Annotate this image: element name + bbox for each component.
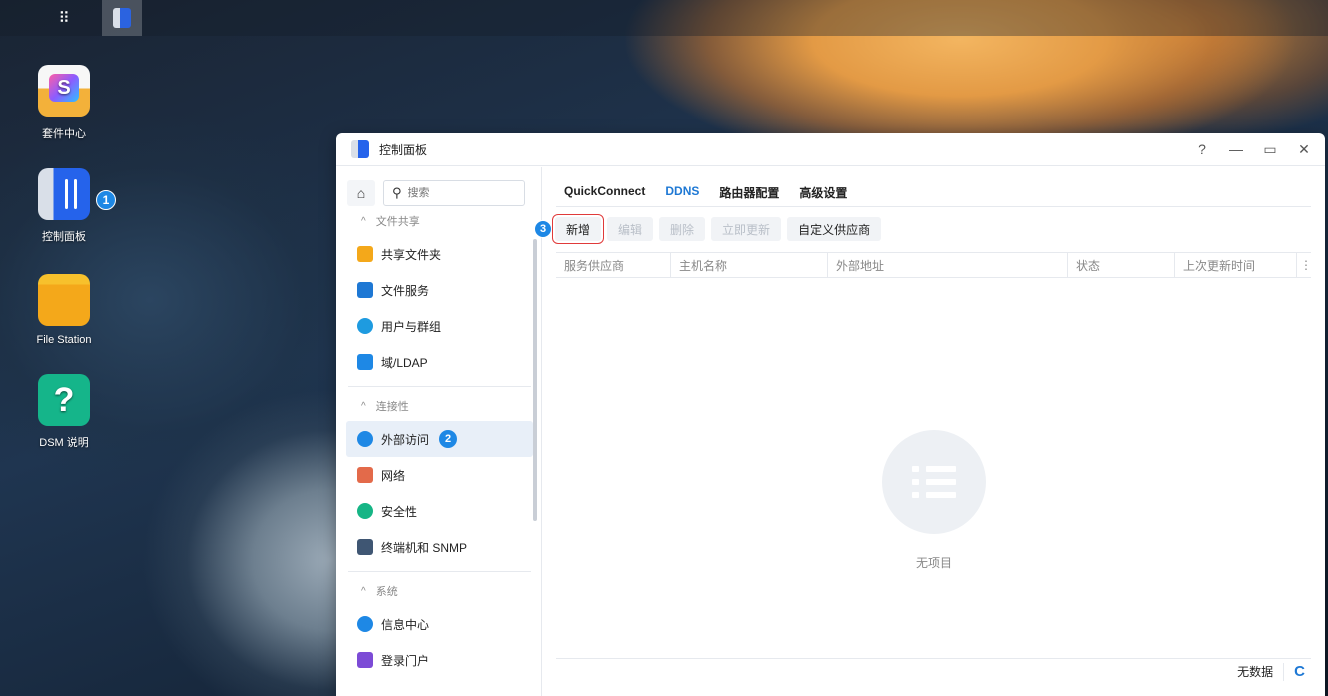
file-services-icon xyxy=(357,282,373,298)
users-icon xyxy=(357,318,373,334)
control-panel-icon xyxy=(38,168,90,220)
step-badge-2: 2 xyxy=(439,430,458,448)
column-header[interactable]: 状态 xyxy=(1068,253,1175,277)
custom-provider-button[interactable]: 自定义供应商 xyxy=(787,217,882,241)
main-menu-button[interactable]: ⠿ xyxy=(43,0,83,36)
column-header[interactable]: 上次更新时间 xyxy=(1175,253,1297,277)
info-center-icon xyxy=(357,616,373,632)
column-header[interactable]: 主机名称 xyxy=(671,253,828,277)
shared-folder-icon xyxy=(357,246,373,262)
help-button[interactable]: ? xyxy=(1195,141,1209,158)
control-panel-window: 控制面板 ? — ▭ ✕ ⌂ ⚲ ^ 文件共享 共享文件夹 文件服务 xyxy=(336,133,1325,696)
help-icon: ? xyxy=(38,374,90,426)
section-header-system[interactable]: ^ 系统 xyxy=(336,576,541,606)
home-icon: ⌂ xyxy=(356,185,366,201)
divider xyxy=(348,386,531,387)
main-panel: QuickConnect DDNS 路由器配置 高级设置 3 新增 编辑 删除 … xyxy=(534,167,1325,696)
sidebar-scrollbar[interactable] xyxy=(533,239,537,521)
toolbar: 3 新增 编辑 删除 立即更新 自定义供应商 xyxy=(534,207,1325,244)
control-panel-icon xyxy=(351,140,369,158)
external-access-icon xyxy=(357,431,373,447)
tab-quickconnect[interactable]: QuickConnect xyxy=(564,184,645,206)
desktop-icon-label: 套件中心 xyxy=(42,128,86,140)
sidebar-item-info-center[interactable]: 信息中心 xyxy=(336,606,541,642)
list-icon xyxy=(882,430,986,534)
desktop-icon-label: DSM 说明 xyxy=(39,437,89,449)
tab-ddns[interactable]: DDNS xyxy=(665,184,699,206)
sidebar-item-file-services[interactable]: 文件服务 xyxy=(336,272,541,308)
sidebar-item-users-groups[interactable]: 用户与群组 xyxy=(336,308,541,344)
refresh-icon[interactable]: C xyxy=(1294,663,1305,680)
desktop-icon-dsm-help[interactable]: ? DSM 说明 xyxy=(9,374,119,450)
window-title: 控制面板 xyxy=(379,142,428,157)
column-header[interactable]: 外部地址 xyxy=(828,253,1068,277)
window-titlebar[interactable]: 控制面板 ? — ▭ ✕ xyxy=(336,133,1325,166)
taskbar-control-panel[interactable] xyxy=(102,0,142,36)
grid-icon: ⠿ xyxy=(58,10,70,27)
search-input[interactable] xyxy=(407,187,508,199)
sidebar-item-terminal-snmp[interactable]: 终端机和 SNMP xyxy=(336,529,541,565)
empty-state: 无项目 xyxy=(543,430,1325,571)
close-button[interactable]: ✕ xyxy=(1297,141,1311,158)
table-header: 服务供应商 主机名称 外部地址 状态 上次更新时间 ⋮ xyxy=(556,252,1312,278)
taskbar: ⠿ xyxy=(0,0,1328,36)
search-icon: ⚲ xyxy=(392,185,402,200)
sidebar-item-ldap[interactable]: 域/LDAP xyxy=(336,344,541,380)
column-header[interactable]: 服务供应商 xyxy=(556,253,671,277)
divider xyxy=(348,571,531,572)
minimize-button[interactable]: — xyxy=(1229,141,1243,158)
chevron-up-icon: ^ xyxy=(361,400,366,412)
edit-button[interactable]: 编辑 xyxy=(607,217,654,241)
search-box[interactable]: ⚲ xyxy=(383,180,525,206)
desktop-icon-file-station[interactable]: File Station xyxy=(9,270,119,346)
package-center-icon: S xyxy=(38,65,90,117)
section-header-connectivity[interactable]: ^ 连接性 xyxy=(336,391,541,421)
sidebar-item-security[interactable]: 安全性 xyxy=(336,493,541,529)
empty-text: 无项目 xyxy=(915,556,952,570)
home-button[interactable]: ⌂ xyxy=(347,180,375,206)
maximize-button[interactable]: ▭ xyxy=(1263,141,1277,158)
sidebar: ⌂ ⚲ ^ 文件共享 共享文件夹 文件服务 用户与群组 域/LDAP xyxy=(336,167,542,696)
desktop-icon-label: 控制面板 xyxy=(42,231,86,243)
table-footer: 无数据 C xyxy=(556,658,1311,684)
column-options-button[interactable]: ⋮ xyxy=(1297,253,1312,277)
add-button[interactable]: 新增 xyxy=(551,214,605,244)
delete-button[interactable]: 删除 xyxy=(659,217,706,241)
tab-router-config[interactable]: 路由器配置 xyxy=(719,184,779,206)
terminal-icon xyxy=(357,539,373,555)
step-badge-1: 1 xyxy=(96,190,116,210)
sidebar-item-external-access[interactable]: 外部访问 2 xyxy=(346,421,533,457)
ldap-icon xyxy=(357,354,373,370)
chevron-up-icon: ^ xyxy=(361,215,366,227)
folder-icon xyxy=(38,274,90,326)
sidebar-item-network[interactable]: 网络 xyxy=(336,457,541,493)
tab-advanced[interactable]: 高级设置 xyxy=(799,184,847,206)
login-portal-icon xyxy=(357,652,373,668)
desktop-icon-control-panel[interactable]: 控制面板 1 xyxy=(9,168,119,244)
sidebar-item-login-portal[interactable]: 登录门户 xyxy=(336,642,541,678)
desktop-icon-package-center[interactable]: S 套件中心 xyxy=(9,65,119,141)
record-count: 无数据 xyxy=(1237,665,1274,679)
chevron-up-icon: ^ xyxy=(361,585,366,597)
sidebar-item-shared-folder[interactable]: 共享文件夹 xyxy=(336,236,541,272)
control-panel-icon xyxy=(113,8,131,28)
step-badge-3: 3 xyxy=(534,220,552,238)
security-icon xyxy=(357,503,373,519)
section-header-file-sharing[interactable]: ^ 文件共享 xyxy=(336,206,541,236)
network-icon xyxy=(357,467,373,483)
desktop-icon-label: File Station xyxy=(36,334,92,346)
tab-bar: QuickConnect DDNS 路由器配置 高级设置 xyxy=(556,167,1311,207)
update-now-button[interactable]: 立即更新 xyxy=(711,217,782,241)
